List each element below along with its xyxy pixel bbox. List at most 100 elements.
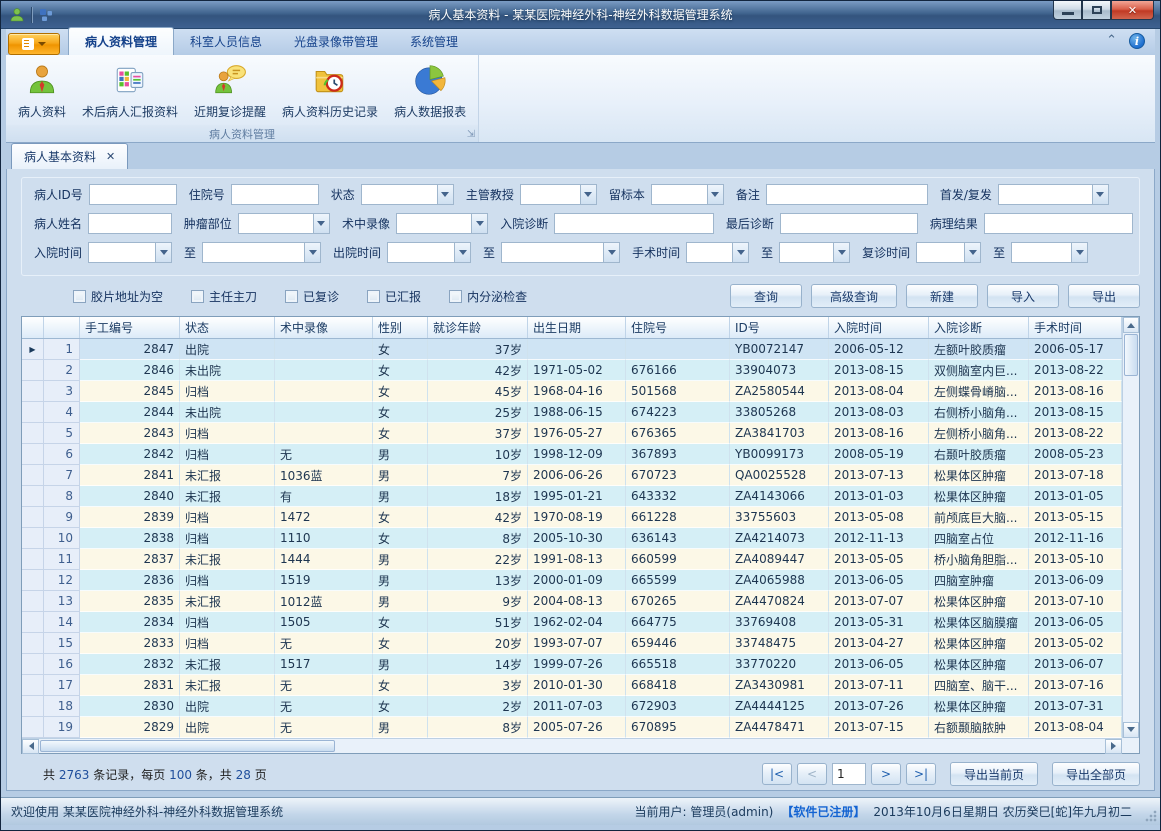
- chevron-down-icon[interactable]: [1092, 185, 1108, 204]
- ribbon-tab-patient-management[interactable]: 病人资料管理: [68, 27, 174, 55]
- column-header-id-no[interactable]: ID号: [730, 317, 829, 338]
- export-button[interactable]: 导出: [1068, 284, 1140, 308]
- next-page-button[interactable]: >: [871, 763, 901, 785]
- first-or-recurrence-combo[interactable]: [998, 184, 1109, 205]
- resize-grip-icon[interactable]: [1145, 810, 1157, 822]
- table-row[interactable]: 32845归档女45岁1968-04-16501568ZA25805442013…: [22, 381, 1122, 402]
- checkbox-endocrine-exam[interactable]: 内分泌检查: [449, 288, 527, 305]
- vertical-scroll-thumb[interactable]: [1124, 334, 1138, 376]
- revisit-date-to-combo[interactable]: [1011, 242, 1088, 263]
- column-header-birth-date[interactable]: 出生日期: [528, 317, 626, 338]
- table-row[interactable]: 162832未汇报1517男14岁1999-07-266655183377022…: [22, 654, 1122, 675]
- column-header-rownum[interactable]: [44, 317, 80, 338]
- chevron-down-icon[interactable]: [437, 185, 453, 204]
- table-row[interactable]: 112837未汇报1444男22岁1991-08-13660599ZA40894…: [22, 549, 1122, 570]
- collapse-ribbon-icon[interactable]: ⌃: [1106, 36, 1117, 46]
- chevron-down-icon[interactable]: [313, 214, 329, 233]
- surgery-date-to-combo[interactable]: [779, 242, 850, 263]
- patient-id-input[interactable]: [89, 184, 177, 205]
- column-header-gender[interactable]: 性别: [373, 317, 428, 338]
- chevron-down-icon[interactable]: [833, 243, 849, 262]
- advanced-query-button[interactable]: 高级查询: [811, 284, 897, 308]
- chevron-down-icon[interactable]: [580, 185, 596, 204]
- horizontal-scrollbar[interactable]: [22, 738, 1122, 753]
- history-records-button[interactable]: 病人资料历史记录: [274, 59, 386, 124]
- table-row[interactable]: 152833归档无女20岁1993-07-0765944633748475201…: [22, 633, 1122, 654]
- table-row[interactable]: ▶12847出院女37岁YB00721472006-05-12左额叶胶质瘤200…: [22, 339, 1122, 360]
- horizontal-scroll-thumb[interactable]: [40, 740, 335, 752]
- tab-close-icon[interactable]: ✕: [106, 150, 115, 163]
- table-row[interactable]: 92839归档1472女42岁1970-08-19661228337556032…: [22, 507, 1122, 528]
- table-row[interactable]: 142834归档1505女51岁1962-02-0466477533769408…: [22, 612, 1122, 633]
- column-header-status[interactable]: 状态: [180, 317, 275, 338]
- remarks-input[interactable]: [766, 184, 928, 205]
- query-button[interactable]: 查询: [730, 284, 802, 308]
- chevron-down-icon[interactable]: [964, 243, 980, 262]
- discharge-date-to-combo[interactable]: [501, 242, 620, 263]
- table-row[interactable]: 42844未出院女25岁1988-06-15674223338052682013…: [22, 402, 1122, 423]
- revisit-date-from-combo[interactable]: [916, 242, 981, 263]
- admission-diagnosis-input[interactable]: [554, 213, 714, 234]
- vertical-scroll-track[interactable]: [1123, 377, 1139, 722]
- pathology-result-input[interactable]: [984, 213, 1133, 234]
- revisit-reminder-button[interactable]: 近期复诊提醒: [186, 59, 274, 124]
- prev-page-button[interactable]: <: [797, 763, 827, 785]
- maximize-button[interactable]: [1082, 1, 1111, 20]
- scroll-right-button[interactable]: [1105, 739, 1122, 754]
- scroll-down-button[interactable]: [1123, 722, 1139, 738]
- scroll-left-button[interactable]: [22, 739, 39, 754]
- column-header-indicator[interactable]: [22, 317, 44, 338]
- postop-report-button[interactable]: 术后病人汇报资料: [74, 59, 186, 124]
- table-row[interactable]: 22846未出院女42岁1971-05-02676166339040732013…: [22, 360, 1122, 381]
- last-page-button[interactable]: >|: [906, 763, 936, 785]
- export-all-pages-button[interactable]: 导出全部页: [1052, 762, 1140, 786]
- column-header-admission-diagnosis[interactable]: 入院诊断: [929, 317, 1029, 338]
- table-row[interactable]: 102838归档1110女8岁2005-10-30636143ZA4214073…: [22, 528, 1122, 549]
- ribbon-tab-department-staff[interactable]: 科室人员信息: [174, 28, 278, 55]
- page-number-input[interactable]: [832, 763, 866, 785]
- specimen-kept-combo[interactable]: [651, 184, 724, 205]
- table-row[interactable]: 182830出院无女2岁2011-07-03672903ZA4444125201…: [22, 696, 1122, 717]
- close-button[interactable]: ✕: [1111, 1, 1154, 20]
- info-icon[interactable]: i: [1129, 33, 1145, 49]
- table-row[interactable]: 172831未汇报无女3岁2010-01-30668418ZA343098120…: [22, 675, 1122, 696]
- table-row[interactable]: 82840未汇报有男18岁1995-01-21643332ZA414306620…: [22, 486, 1122, 507]
- patient-name-input[interactable]: [88, 213, 172, 234]
- column-header-admission-date[interactable]: 入院时间: [829, 317, 929, 338]
- discharge-date-from-combo[interactable]: [387, 242, 471, 263]
- chevron-down-icon[interactable]: [155, 243, 171, 262]
- dialog-launcher-icon[interactable]: ⇲: [467, 130, 475, 140]
- checkbox-chief-surgeon[interactable]: 主任主刀: [191, 288, 257, 305]
- table-row[interactable]: 72841未汇报1036蓝男7岁2006-06-26670723QA002552…: [22, 465, 1122, 486]
- import-button[interactable]: 导入: [987, 284, 1059, 308]
- application-menu-button[interactable]: [8, 33, 60, 55]
- chevron-down-icon[interactable]: [471, 214, 487, 233]
- chevron-down-icon[interactable]: [454, 243, 470, 262]
- status-combo[interactable]: [361, 184, 454, 205]
- admission-date-from-combo[interactable]: [88, 242, 172, 263]
- chevron-down-icon[interactable]: [304, 243, 320, 262]
- surgery-date-from-combo[interactable]: [686, 242, 749, 263]
- checkbox-revisited[interactable]: 已复诊: [285, 288, 339, 305]
- attending-professor-combo[interactable]: [520, 184, 597, 205]
- table-row[interactable]: 52843归档女37岁1976-05-27676365ZA38417032013…: [22, 423, 1122, 444]
- table-row[interactable]: 62842归档无男10岁1998-12-09367893YB0099173200…: [22, 444, 1122, 465]
- vertical-scrollbar[interactable]: [1122, 317, 1139, 738]
- tab-patient-basic-info[interactable]: 病人基本资料 ✕: [11, 143, 128, 169]
- ribbon-tab-disc-video-management[interactable]: 光盘录像带管理: [278, 28, 394, 55]
- surgery-video-combo[interactable]: [396, 213, 488, 234]
- tumor-site-combo[interactable]: [238, 213, 330, 234]
- table-row[interactable]: 132835未汇报1012蓝男9岁2004-08-13670265ZA44708…: [22, 591, 1122, 612]
- table-row[interactable]: 122836归档1519男13岁2000-01-09665599ZA406598…: [22, 570, 1122, 591]
- admission-no-input[interactable]: [231, 184, 319, 205]
- scroll-up-button[interactable]: [1123, 317, 1139, 333]
- column-header-admission-no[interactable]: 住院号: [626, 317, 730, 338]
- minimize-button[interactable]: [1053, 1, 1082, 20]
- admission-date-to-combo[interactable]: [202, 242, 321, 263]
- checkbox-film-address-empty[interactable]: 胶片地址为空: [73, 288, 163, 305]
- new-button[interactable]: 新建: [906, 284, 978, 308]
- chevron-down-icon[interactable]: [707, 185, 723, 204]
- chevron-down-icon[interactable]: [603, 243, 619, 262]
- column-header-manual-no[interactable]: 手工编号: [80, 317, 180, 338]
- column-header-surgery-date[interactable]: 手术时间: [1029, 317, 1122, 338]
